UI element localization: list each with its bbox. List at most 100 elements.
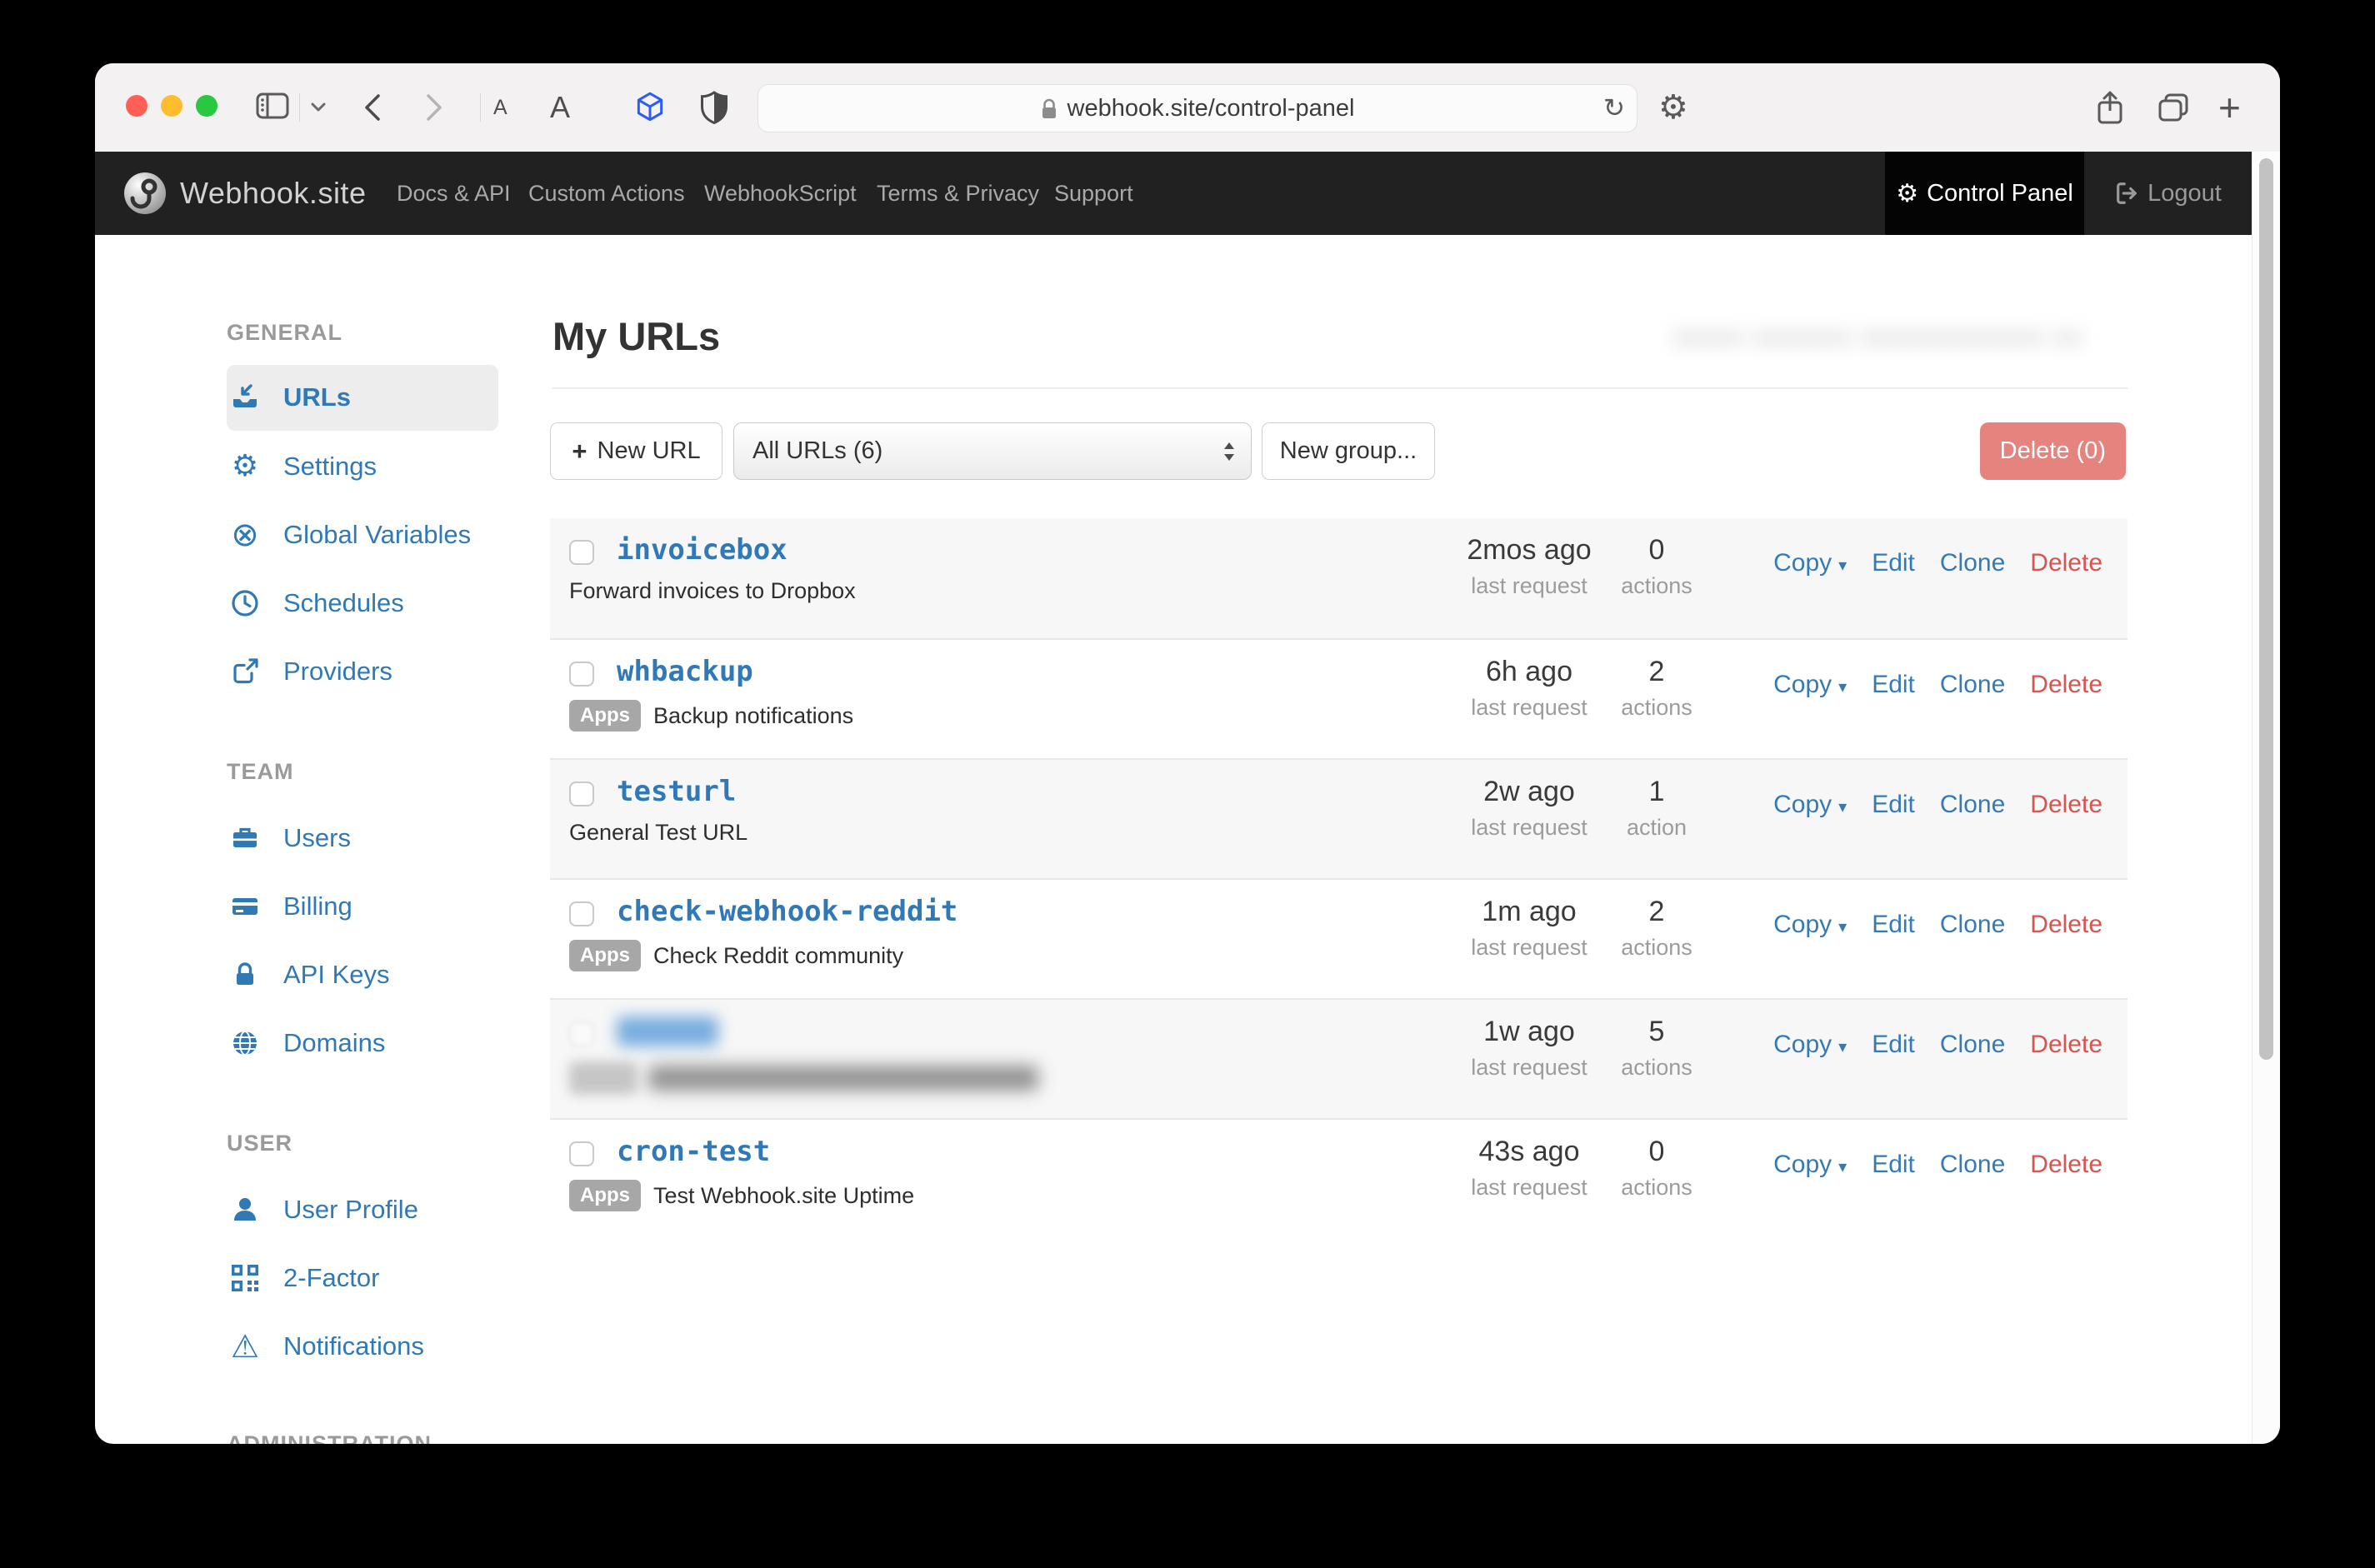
text-size-decrease-button[interactable]: A — [493, 63, 508, 152]
url-name-link[interactable]: invoicebox — [617, 532, 788, 568]
url-name-link[interactable]: cron-test — [617, 1133, 770, 1170]
row-checkbox[interactable] — [569, 662, 594, 687]
clone-link[interactable]: Clone — [1940, 911, 2005, 939]
copy-link[interactable]: Copy▾ — [1773, 671, 1847, 699]
clone-link[interactable]: Clone — [1940, 1031, 2005, 1059]
clock-icon — [227, 588, 263, 618]
url-description: Forward invoices to Dropbox — [569, 578, 856, 604]
close-window-button[interactable] — [126, 95, 148, 117]
qr-code-icon — [227, 1263, 263, 1293]
delete-link[interactable]: Delete — [2030, 791, 2102, 819]
table-row: whbackup AppsBackup notifications 6h ago… — [550, 638, 2128, 758]
new-group-button[interactable]: New group... — [1262, 422, 1435, 480]
edit-link[interactable]: Edit — [1872, 671, 1915, 699]
apps-badge: Apps — [569, 940, 641, 971]
sidebar-item-api-keys[interactable]: API Keys — [227, 955, 585, 995]
shield-icon[interactable] — [700, 91, 728, 124]
sidebar-item-global-variables[interactable]: ⊗ Global Variables — [227, 515, 585, 555]
nav-terms-privacy[interactable]: Terms & Privacy — [877, 152, 1039, 235]
clone-link[interactable]: Clone — [1940, 549, 2005, 577]
url-description: Backup notifications — [653, 703, 853, 729]
url-name-redacted[interactable] — [617, 1016, 718, 1046]
edit-link[interactable]: Edit — [1872, 549, 1915, 577]
url-name-link[interactable]: testurl — [617, 773, 736, 810]
delete-link[interactable]: Delete — [2030, 671, 2102, 699]
sidebar-item-2-factor[interactable]: 2-Factor — [227, 1258, 585, 1298]
sidebar-item-settings[interactable]: ⚙ Settings — [227, 447, 585, 487]
edit-link[interactable]: Edit — [1872, 1031, 1915, 1059]
sidebar-item-domains[interactable]: Domains — [227, 1023, 585, 1063]
nav-support[interactable]: Support — [1054, 152, 1133, 235]
table-row: testurl General Test URL 2w agolast requ… — [550, 758, 2128, 878]
gear-icon: ⚙ — [227, 452, 263, 482]
nav-custom-actions[interactable]: Custom Actions — [528, 152, 685, 235]
reload-icon[interactable]: ↻ — [1603, 85, 1625, 132]
edit-link[interactable]: Edit — [1872, 1151, 1915, 1179]
text-size-increase-button[interactable]: A — [550, 63, 570, 152]
new-url-button[interactable]: + New URL — [550, 422, 722, 480]
delete-link[interactable]: Delete — [2030, 549, 2102, 577]
copy-link[interactable]: Copy▾ — [1773, 791, 1847, 819]
globe-icon — [227, 1028, 263, 1058]
forward-button[interactable] — [425, 94, 443, 121]
minimize-window-button[interactable] — [161, 95, 182, 117]
url-filter-select[interactable]: All URLs (6) — [733, 422, 1252, 480]
url-description: General Test URL — [569, 820, 748, 846]
row-checkbox[interactable] — [569, 782, 594, 806]
copy-link[interactable]: Copy▾ — [1773, 1031, 1847, 1059]
nav-webhookscript[interactable]: WebhookScript — [704, 152, 857, 235]
share-icon[interactable] — [2095, 89, 2125, 126]
delete-link[interactable]: Delete — [2030, 911, 2102, 939]
row-checkbox[interactable] — [569, 540, 594, 565]
scrollbar-track[interactable] — [2252, 152, 2280, 1444]
delete-selected-button[interactable]: Delete (0) — [1980, 422, 2126, 480]
row-checkbox[interactable] — [569, 1141, 594, 1166]
select-updown-arrows-icon — [1222, 440, 1236, 463]
sidebar-item-urls[interactable]: URLs — [227, 377, 585, 417]
zoom-window-button[interactable] — [196, 95, 218, 117]
extension-cube-icon[interactable] — [632, 90, 668, 125]
edit-link[interactable]: Edit — [1872, 791, 1915, 819]
site-navbar: Webhook.site Docs & API Custom Actions W… — [95, 152, 2252, 235]
scrollbar-thumb[interactable] — [2259, 158, 2273, 1060]
sidebar-item-schedules[interactable]: Schedules — [227, 583, 585, 623]
nav-logout[interactable]: Logout — [2084, 152, 2252, 235]
back-button[interactable] — [363, 94, 382, 121]
copy-link[interactable]: Copy▾ — [1773, 1151, 1847, 1179]
plus-icon: + — [572, 437, 587, 467]
table-row-redacted: 1w agolast request 5actions Copy▾ Edit C… — [550, 998, 2128, 1118]
nav-docs-api[interactable]: Docs & API — [397, 152, 511, 235]
edit-link[interactable]: Edit — [1872, 911, 1915, 939]
brand-name[interactable]: Webhook.site — [180, 152, 366, 235]
row-checkbox[interactable] — [569, 901, 594, 926]
browser-settings-gear-icon[interactable]: ⚙ — [1658, 63, 1688, 152]
sidebar-item-notifications[interactable]: ⚠ Notifications — [227, 1326, 585, 1366]
copy-link[interactable]: Copy▾ — [1773, 911, 1847, 939]
table-row: check-webhook-reddit AppsCheck Reddit co… — [550, 878, 2128, 998]
sidebar-item-providers[interactable]: Providers — [227, 652, 585, 692]
actions-label: actions — [1590, 572, 1723, 600]
sidebar-item-user-profile[interactable]: User Profile — [227, 1190, 585, 1230]
sidebar-item-users[interactable]: Users — [227, 818, 585, 858]
sidebar-toggle-icon[interactable] — [256, 92, 289, 119]
nav-control-panel[interactable]: ⚙ Control Panel — [1885, 152, 2084, 235]
new-tab-button[interactable]: + — [2218, 63, 2241, 152]
copy-link[interactable]: Copy▾ — [1773, 549, 1847, 577]
url-name-link[interactable]: check-webhook-reddit — [617, 893, 958, 930]
url-name-link[interactable]: whbackup — [617, 653, 753, 690]
delete-link[interactable]: Delete — [2030, 1031, 2102, 1059]
sidebar-section-team: TEAM — [227, 759, 294, 785]
url-bar[interactable]: webhook.site/control-panel ↻ — [758, 84, 1638, 132]
webhook-logo-icon[interactable] — [123, 172, 167, 215]
delete-link[interactable]: Delete — [2030, 1151, 2102, 1179]
clone-link[interactable]: Clone — [1940, 791, 2005, 819]
row-checkbox[interactable] — [569, 1021, 594, 1046]
chevron-down-icon[interactable] — [311, 102, 326, 112]
caret-down-icon: ▾ — [1838, 1158, 1847, 1176]
tabs-overview-icon[interactable] — [2157, 92, 2190, 122]
sidebar-section-general: GENERAL — [227, 320, 342, 346]
clone-link[interactable]: Clone — [1940, 1151, 2005, 1179]
sidebar-item-billing[interactable]: Billing — [227, 886, 585, 926]
sidebar-section-user: USER — [227, 1131, 292, 1156]
clone-link[interactable]: Clone — [1940, 671, 2005, 699]
